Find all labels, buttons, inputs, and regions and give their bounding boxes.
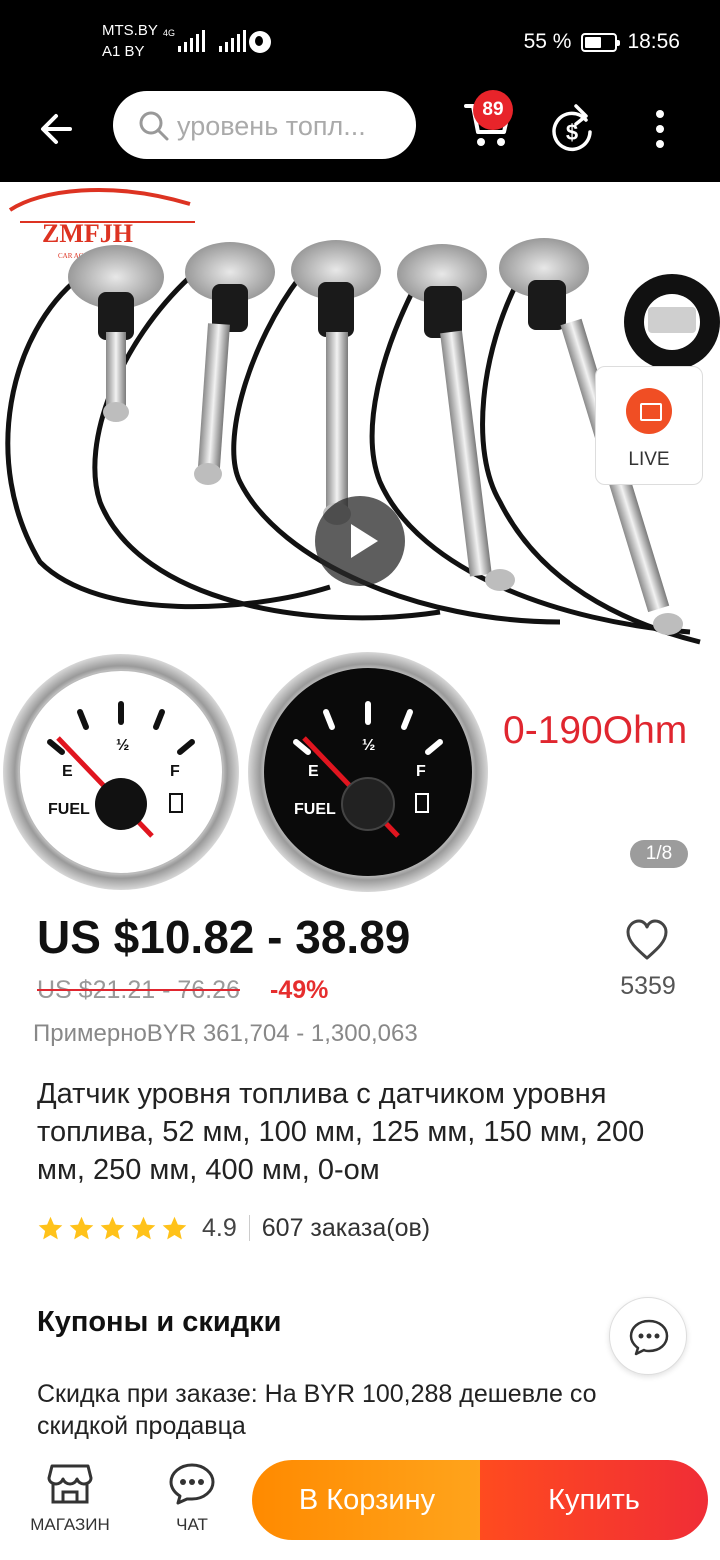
discount-badge: -49% <box>270 976 329 1004</box>
top-header: уровень топл... 89 $ <box>0 82 720 182</box>
brand-logo-text: ZMFJH <box>42 219 133 248</box>
clock: 18:56 <box>627 30 680 53</box>
battery-percent: 55 % <box>523 30 572 53</box>
network-type: 4G <box>163 28 176 38</box>
star-icon <box>100 1216 125 1239</box>
gauge-black-fuel: FUEL <box>294 801 336 818</box>
more-options-icon[interactable] <box>650 108 670 150</box>
search-bar[interactable]: уровень топл... <box>113 91 416 159</box>
wishlist-count: 5359 <box>620 972 676 1000</box>
store-icon <box>47 1464 93 1504</box>
divider <box>248 1215 250 1241</box>
seller-discount-text[interactable]: Скидка при заказе: На BYR 100,288 дешевл… <box>37 1378 687 1440</box>
share-dollar-icon[interactable]: $ <box>548 102 596 154</box>
star-icon <box>131 1216 156 1239</box>
gauge-black-full: F <box>416 763 426 780</box>
gasket-kit <box>624 274 720 370</box>
gauge-black-empty: E <box>308 763 319 780</box>
buy-now-button[interactable]: Купить <box>480 1460 708 1540</box>
resistance-label: 0-190Ohm <box>503 709 688 752</box>
status-bar: MTS.BY A1 BY 4G 55 % 18:56 <box>0 0 720 82</box>
add-to-cart-button[interactable]: В Корзину <box>252 1460 482 1540</box>
sensor-4 <box>397 244 515 591</box>
vpn-icon <box>249 31 271 53</box>
chat-bubble-icon <box>629 1319 669 1356</box>
battery-icon <box>581 32 621 52</box>
rating-score: 4.9 <box>202 1213 237 1242</box>
gauge-white-empty: E <box>62 763 73 780</box>
old-price: US $21.21 - 76.26 <box>37 976 240 1004</box>
orders-count: 607 заказа(ов) <box>261 1213 431 1242</box>
cart-count-badge: 89 <box>473 90 513 130</box>
gauge-white: E ½ F FUEL <box>3 654 239 890</box>
live-stream-button[interactable]: LIVE <box>595 366 703 485</box>
chat-button[interactable]: ЧАТ <box>142 1462 242 1535</box>
coupons-section-title: Купоны и скидки <box>37 1306 282 1338</box>
image-counter: 1/8 <box>630 840 688 868</box>
sensor-1 <box>68 245 164 422</box>
search-icon <box>139 111 169 141</box>
chat-label: ЧАТ <box>176 1515 208 1534</box>
product-title: Датчик уровня топлива с датчиком уровня … <box>37 1078 645 1186</box>
gauge-white-fuel: FUEL <box>48 801 90 818</box>
star-icon <box>69 1216 94 1239</box>
signal-icon <box>178 30 205 52</box>
svg-text:$: $ <box>566 120 578 145</box>
approx-price: ПримерноBYR 361,704 - 1,300,063 <box>33 1020 418 1047</box>
product-image-gallery[interactable]: ZMFJH CAR ACCESSORIES <box>0 182 720 897</box>
signal-icon-2 <box>219 30 246 52</box>
gauge-white-half: ½ <box>116 737 129 754</box>
store-button[interactable]: МАГАЗИН <box>20 1462 120 1535</box>
status-right: 55 % 18:56 <box>524 30 680 54</box>
chat-icon <box>169 1463 215 1505</box>
carrier-2: A1 BY <box>102 43 145 60</box>
sensor-3 <box>291 240 381 525</box>
chat-floating-button[interactable] <box>609 1297 687 1375</box>
back-arrow-icon[interactable] <box>34 106 80 152</box>
live-icon <box>626 388 672 434</box>
gauge-black-half: ½ <box>362 737 375 754</box>
sensor-2 <box>185 242 275 485</box>
price: US $10.82 - 38.89 <box>37 911 411 963</box>
gauge-white-full: F <box>170 763 180 780</box>
star-icon <box>162 1216 187 1239</box>
star-icon <box>38 1216 63 1239</box>
search-input[interactable]: уровень топл... <box>177 111 366 142</box>
live-label: LIVE <box>628 449 670 470</box>
store-label: МАГАЗИН <box>30 1515 110 1534</box>
play-video-button[interactable] <box>315 496 405 586</box>
wishlist-heart-icon[interactable] <box>624 918 670 962</box>
carrier-1: MTS.BY <box>102 22 158 39</box>
rating-stars <box>37 1215 188 1242</box>
gauge-black: E ½ F FUEL <box>248 652 488 892</box>
bottom-action-bar: МАГАЗИН ЧАТ В Корзину Купить <box>0 1440 720 1560</box>
rating-row[interactable]: 4.9 607 заказа(ов) <box>37 1212 430 1244</box>
carrier-info: MTS.BY A1 BY <box>102 20 158 62</box>
